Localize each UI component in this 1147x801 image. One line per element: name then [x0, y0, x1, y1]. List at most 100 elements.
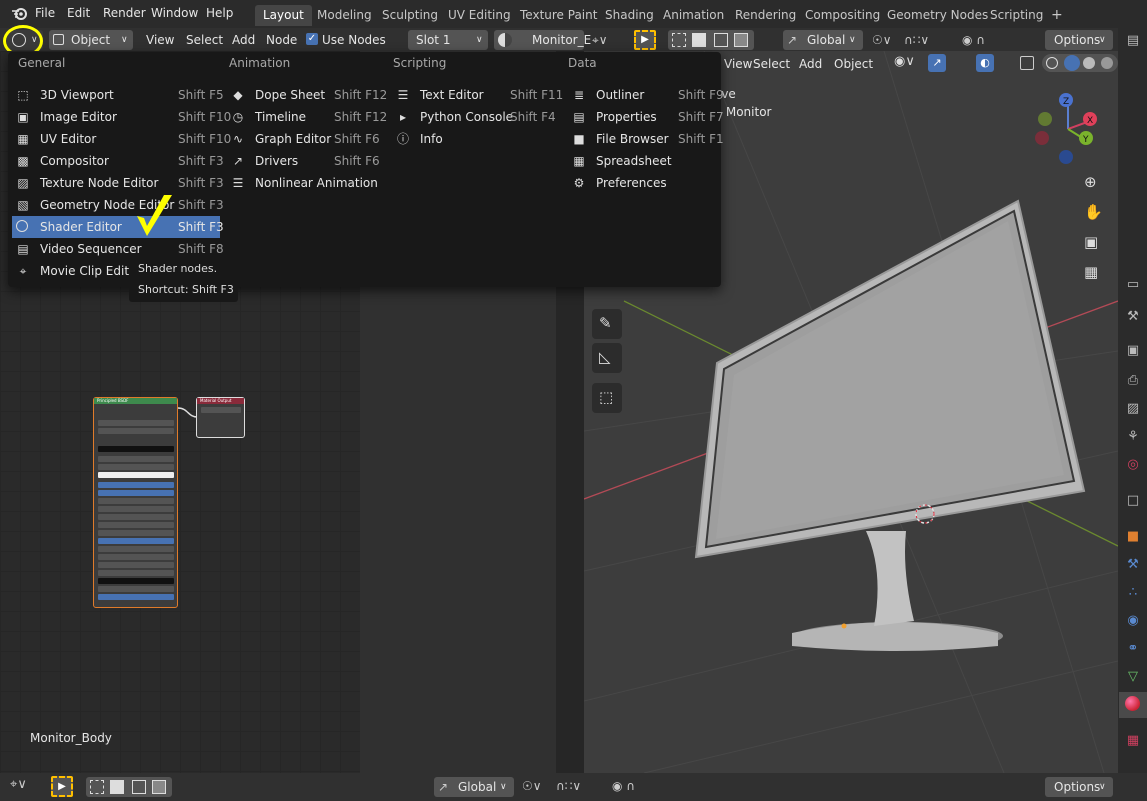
camera-view-icon[interactable]: ▣: [1084, 233, 1098, 251]
viewport-menu-select[interactable]: Select: [753, 57, 790, 71]
slot-select[interactable]: Slot 1 ∨: [408, 30, 488, 50]
select-set-icon[interactable]: [672, 33, 686, 47]
rendered-shading-icon[interactable]: [1101, 57, 1113, 69]
tab-modeling[interactable]: Modeling: [309, 5, 380, 26]
add-cube-tool[interactable]: ⬚: [592, 383, 622, 413]
blender-logo-icon[interactable]: [11, 5, 28, 22]
tab-rendering[interactable]: Rendering: [727, 5, 804, 26]
view-layer-icon[interactable]: ▨: [1124, 400, 1142, 418]
proportional-edit-icon[interactable]: ◉ ∩: [962, 30, 985, 50]
orientation-select[interactable]: ↗ Global ∨: [434, 777, 514, 797]
selection-mode-buttons[interactable]: [86, 777, 172, 797]
menu-item-preferences[interactable]: ⚙ Preferences: [568, 172, 718, 194]
menu-item-3d-viewport[interactable]: ⬚ 3D Viewport Shift F5: [12, 84, 223, 106]
pin-icon[interactable]: ⌖∨: [592, 30, 608, 50]
menu-item-file-browser[interactable]: ■ File Browser Shift F1: [568, 128, 723, 150]
tab-geometry-nodes[interactable]: Geometry Nodes: [879, 5, 996, 26]
select-intersect-icon[interactable]: [734, 33, 748, 47]
menu-item-properties[interactable]: ▤ Properties Shift F7: [568, 106, 723, 128]
texture-properties-icon[interactable]: ▦: [1124, 732, 1142, 750]
tab-shading[interactable]: Shading: [597, 5, 662, 26]
viewport-menu-view[interactable]: View: [724, 57, 752, 71]
menu-help[interactable]: Help: [206, 6, 233, 20]
orientation-select[interactable]: ↗ Global ∨: [783, 30, 863, 50]
proportional-edit-icon[interactable]: ◉ ∩: [612, 779, 635, 793]
select-extend-icon[interactable]: [110, 780, 124, 794]
pin-icon[interactable]: ⌖∨: [10, 777, 27, 792]
material-tab-active[interactable]: [1119, 692, 1147, 718]
use-nodes-checkbox[interactable]: ✓: [306, 33, 318, 45]
menu-window[interactable]: Window: [151, 6, 198, 20]
menu-item-info[interactable]: ⓘ Info: [392, 128, 562, 150]
menu-item-uv-editor[interactable]: ▦ UV Editor Shift F10: [12, 128, 231, 150]
menu-item-texture-node-editor[interactable]: ▨ Texture Node Editor Shift F3: [12, 172, 223, 194]
select-subtract-icon[interactable]: [132, 780, 146, 794]
selection-mode-buttons[interactable]: [668, 30, 754, 50]
tab-texture-paint[interactable]: Texture Paint: [512, 5, 605, 26]
menu-item-text-editor[interactable]: ☰ Text Editor Shift F11: [392, 84, 564, 106]
pan-hand-icon[interactable]: ✋: [1084, 203, 1103, 221]
solid-shading-icon[interactable]: [1064, 55, 1080, 71]
add-workspace-button[interactable]: +: [1043, 5, 1071, 26]
zoom-icon[interactable]: ⊕: [1084, 173, 1097, 191]
pivot-icon[interactable]: ☉∨: [872, 30, 892, 50]
constraints-icon[interactable]: ⚭: [1124, 640, 1142, 658]
menu-node[interactable]: Node: [266, 30, 297, 50]
modifier-properties-icon[interactable]: ⚒: [1124, 556, 1142, 574]
menu-item-compositor[interactable]: ▩ Compositor Shift F3: [12, 150, 223, 172]
menu-item-python-console[interactable]: ▸ Python Console Shift F4: [392, 106, 562, 128]
tab-layout[interactable]: Layout: [255, 5, 312, 26]
xray-icon[interactable]: [1020, 56, 1034, 70]
snap-icon[interactable]: ∩∷∨: [904, 30, 929, 50]
object-data-icon[interactable]: ▽: [1124, 668, 1142, 686]
menu-item-dope-sheet[interactable]: ◆ Dope Sheet Shift F12: [227, 84, 387, 106]
world-properties-icon[interactable]: ◎: [1124, 456, 1142, 474]
tab-scripting[interactable]: Scripting: [982, 5, 1051, 26]
select-extend-icon[interactable]: [692, 33, 706, 47]
overlay-toggle-icon[interactable]: ◐: [976, 54, 994, 72]
options-button[interactable]: Options ∨: [1045, 30, 1113, 50]
tab-animation[interactable]: Animation: [655, 5, 732, 26]
menu-item-geometry-node-editor[interactable]: ▧ Geometry Node Editor Shift F3: [12, 194, 223, 216]
visibility-icon[interactable]: ◉∨: [894, 54, 915, 69]
wireframe-shading-icon[interactable]: [1046, 57, 1058, 69]
menu-render[interactable]: Render: [103, 6, 146, 20]
tab-sculpting[interactable]: Sculpting: [374, 5, 446, 26]
select-subtract-icon[interactable]: [714, 33, 728, 47]
tab-compositing[interactable]: Compositing: [797, 5, 888, 26]
menu-item-shader-editor[interactable]: Shader Editor Shift F3: [12, 216, 224, 238]
options-button[interactable]: Options ∨: [1045, 777, 1113, 797]
object-properties-icon[interactable]: ■: [1124, 528, 1142, 546]
select-intersect-icon[interactable]: [152, 780, 166, 794]
navigation-gizmo[interactable]: Z X Y: [1034, 91, 1104, 165]
menu-item-image-editor[interactable]: ▣ Image Editor Shift F10: [12, 106, 231, 128]
viewport-menu-add[interactable]: Add: [799, 57, 822, 71]
menu-item-drivers[interactable]: ↗ Drivers Shift F6: [227, 150, 387, 172]
material-select[interactable]: Monitor_E: [494, 30, 591, 50]
snap-icon[interactable]: ∩∷∨: [556, 779, 581, 793]
measure-tool[interactable]: ◺: [592, 343, 622, 373]
output-properties-icon[interactable]: ⎙: [1124, 372, 1142, 390]
menu-item-timeline[interactable]: ◷ Timeline Shift F12: [227, 106, 388, 128]
particles-icon[interactable]: ∴: [1124, 584, 1142, 602]
menu-edit[interactable]: Edit: [67, 6, 90, 20]
collection-properties-icon[interactable]: □: [1124, 492, 1142, 510]
material-shading-icon[interactable]: [1083, 57, 1095, 69]
select-tool-icon[interactable]: ▶: [51, 776, 73, 797]
menu-item-nonlinear-animation[interactable]: ☰ Nonlinear Animation: [227, 172, 387, 194]
menu-item-outliner[interactable]: ≣ Outliner Shift F9: [568, 84, 724, 106]
menu-item-spreadsheet[interactable]: ▦ Spreadsheet: [568, 150, 718, 172]
tab-uv-editing[interactable]: UV Editing: [440, 5, 519, 26]
shading-mode-buttons[interactable]: [1042, 54, 1118, 72]
viewport-menu-object[interactable]: Object: [834, 57, 873, 71]
gizmo-toggle-icon[interactable]: ↗: [928, 54, 946, 72]
render-properties-icon[interactable]: ▣: [1124, 342, 1142, 360]
select-set-icon[interactable]: [90, 780, 104, 794]
menu-select[interactable]: Select: [186, 30, 223, 50]
tool-settings-icon[interactable]: ⚒: [1124, 308, 1142, 326]
pivot-icon[interactable]: ☉∨: [522, 779, 542, 793]
perspective-grid-icon[interactable]: ▦: [1084, 263, 1098, 281]
menu-add[interactable]: Add: [232, 30, 255, 50]
menu-view[interactable]: View: [146, 30, 174, 50]
properties-editor-icon[interactable]: ▤: [1124, 32, 1142, 50]
